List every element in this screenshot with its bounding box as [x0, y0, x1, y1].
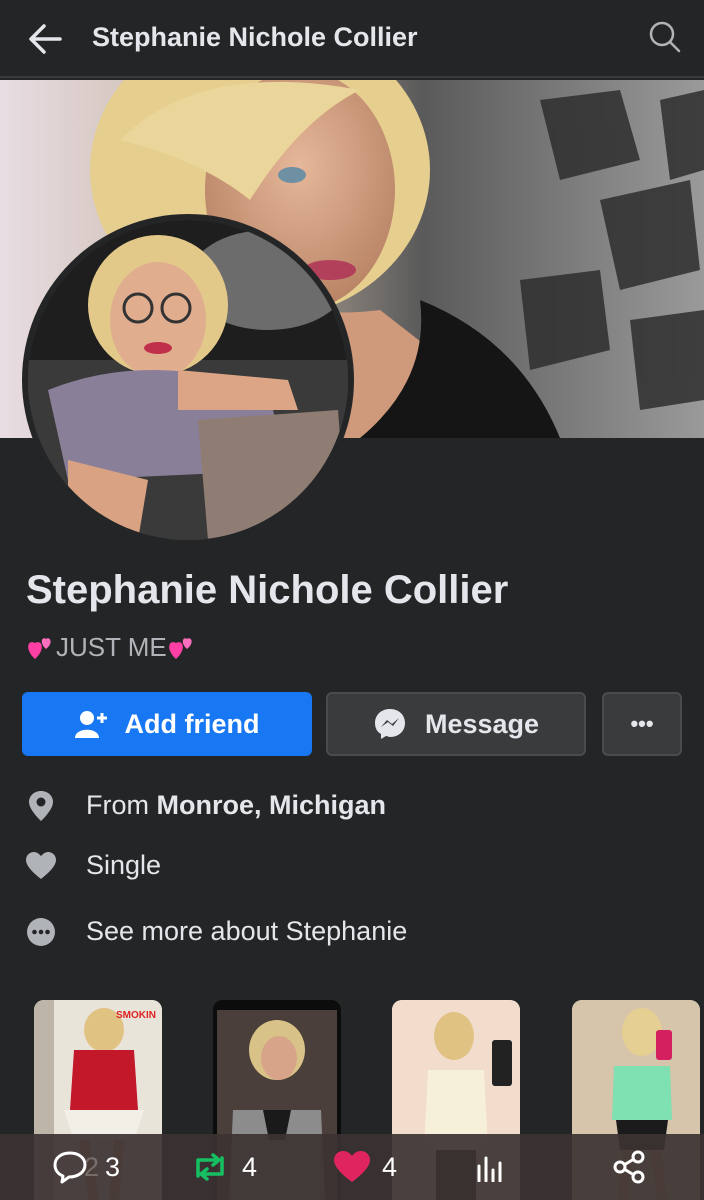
more-dots-icon: ••• — [630, 711, 654, 736]
add-user-icon — [74, 709, 107, 739]
share-icon — [612, 1150, 646, 1184]
two-hearts-icon — [167, 635, 197, 661]
from-value[interactable]: Monroe, Michigan — [157, 790, 387, 821]
top-bar: Stephanie Nichole Collier — [0, 0, 704, 78]
bottom-action-bar: 2 3 4 4 — [0, 1134, 704, 1200]
comment-ghost-count: 2 — [84, 1151, 100, 1182]
more-circle-icon — [26, 917, 56, 947]
add-friend-label: Add friend — [124, 708, 260, 739]
repost-icon — [190, 1152, 230, 1182]
relationship-status: Single — [86, 850, 162, 880]
profile-name: Stephanie Nichole Collier — [26, 568, 509, 612]
share-action[interactable] — [612, 1134, 658, 1200]
like-action[interactable]: 4 — [334, 1134, 397, 1200]
like-heart-icon — [334, 1151, 370, 1183]
bio-text: JUST ME — [56, 632, 167, 662]
bar-chart-icon — [476, 1152, 506, 1182]
message-button[interactable]: Message — [326, 692, 586, 756]
repost-action[interactable]: 4 — [190, 1134, 257, 1200]
heart-icon — [26, 851, 56, 881]
search-icon[interactable] — [648, 20, 682, 54]
like-count: 4 — [382, 1151, 398, 1182]
comment-count: 3 — [105, 1151, 121, 1182]
from-prefix: From — [86, 790, 157, 820]
profile-bio: JUST ME — [26, 632, 197, 663]
avatar-frame — [22, 214, 354, 546]
two-hearts-icon — [26, 635, 56, 661]
photo-caption: SMOKIN — [116, 1010, 156, 1021]
analytics-action[interactable] — [476, 1134, 518, 1200]
page-title: Stephanie Nichole Collier — [92, 22, 418, 52]
more-options-button[interactable]: ••• — [602, 692, 682, 756]
comments-action[interactable]: 2 3 — [52, 1134, 120, 1200]
info-relationship: Single — [26, 850, 161, 881]
profile-avatar[interactable] — [28, 220, 348, 540]
messenger-icon — [373, 707, 407, 741]
comment-bubble-icon — [52, 1150, 88, 1184]
repost-count: 4 — [242, 1151, 258, 1182]
info-hometown: From Monroe, Michigan — [26, 790, 386, 821]
info-see-more[interactable]: See more about Stephanie — [26, 916, 407, 947]
see-more-about-link[interactable]: See more about Stephanie — [86, 916, 407, 947]
add-friend-button[interactable]: Add friend — [22, 692, 312, 756]
location-pin-icon — [26, 790, 56, 821]
message-label: Message — [424, 708, 540, 739]
back-arrow-icon[interactable] — [26, 20, 64, 58]
